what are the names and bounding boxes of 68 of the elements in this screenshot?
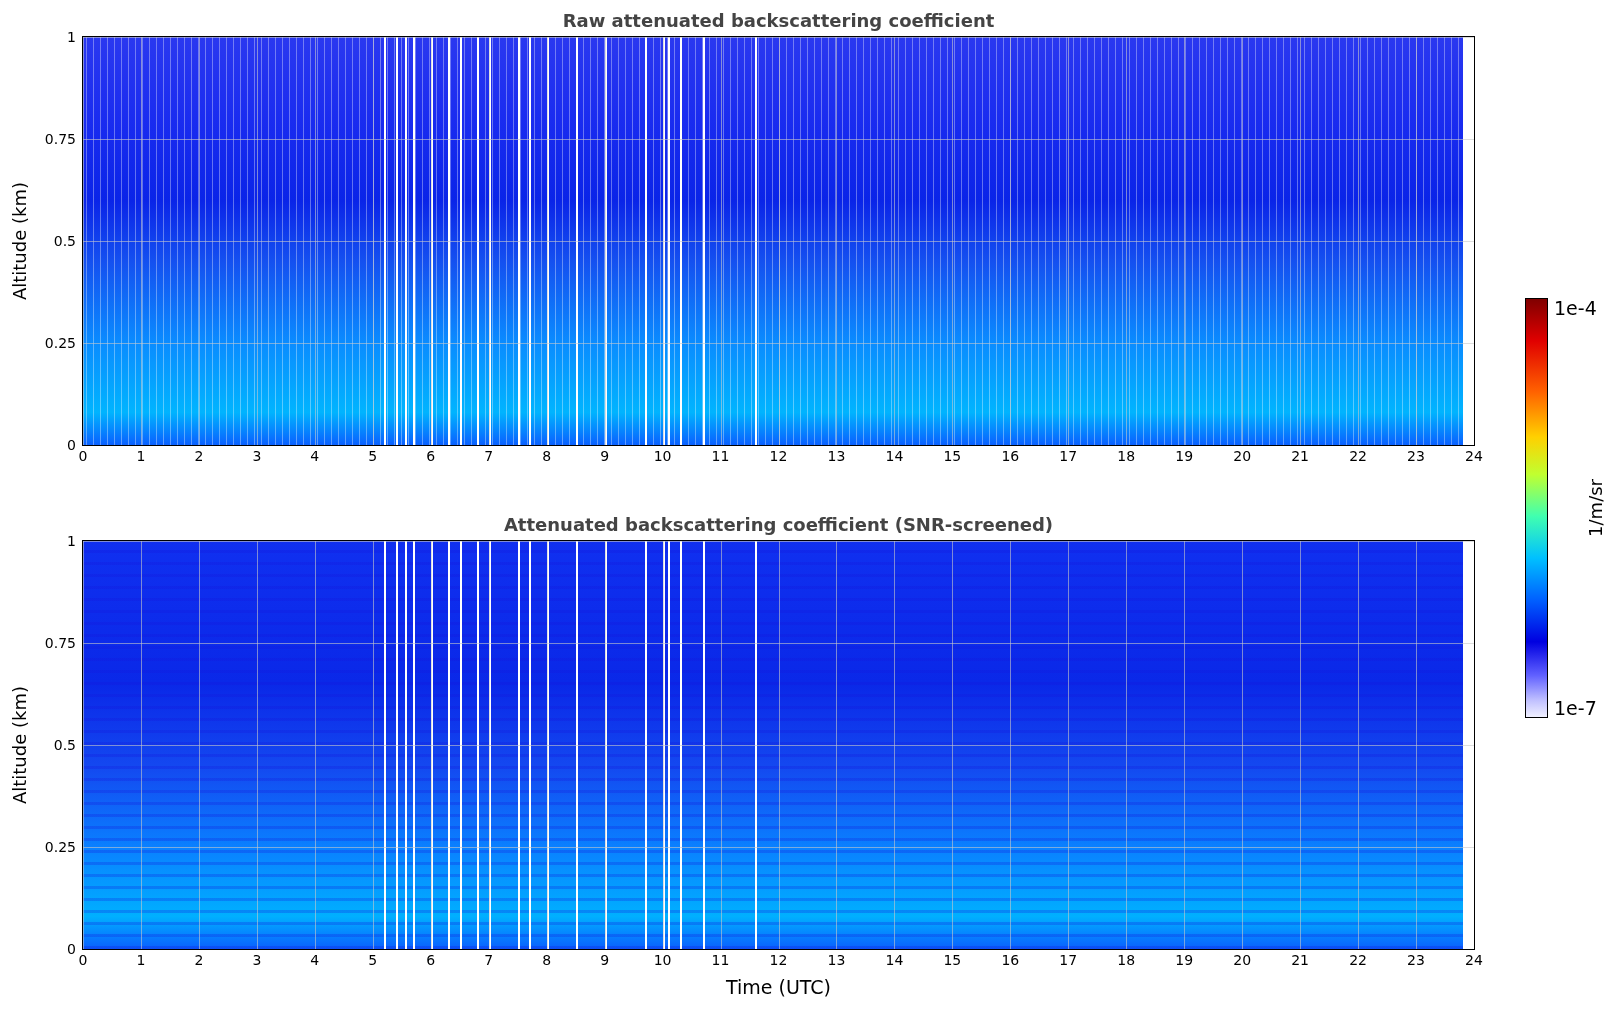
x-tick-label: 0 — [78, 448, 88, 464]
x-tick-label: 17 — [1059, 448, 1078, 464]
x-tick-label: 5 — [368, 952, 378, 968]
y-tick-label: 0 — [67, 941, 76, 957]
x-axis-label: Time (UTC) — [725, 976, 832, 998]
x-tick-label: 16 — [1001, 952, 1020, 968]
x-tick-label: 19 — [1175, 448, 1194, 464]
x-tick-label: 18 — [1117, 952, 1136, 968]
colorbar-tick-label: 1e-4 — [1554, 298, 1597, 318]
x-tick-label: 0 — [78, 952, 88, 968]
x-tick-label: 12 — [769, 448, 788, 464]
x-tick-label: 2 — [194, 952, 204, 968]
x-tick-label: 5 — [368, 448, 378, 464]
x-tick-label: 3 — [252, 952, 262, 968]
x-tick-label: 8 — [542, 448, 552, 464]
x-tick-label: 1 — [136, 952, 146, 968]
y-axis-label: Altitude (km) — [8, 181, 30, 301]
y-tick-label: 0.25 — [44, 335, 76, 351]
x-tick-label: 24 — [1465, 952, 1483, 968]
x-tick-label: 20 — [1233, 448, 1252, 464]
y-tick-label: 1 — [67, 533, 76, 549]
x-tick-label: 22 — [1349, 448, 1367, 464]
x-tick-label: 14 — [885, 448, 904, 464]
x-tick-label: 3 — [252, 448, 262, 464]
x-tick-label: 8 — [542, 952, 552, 968]
x-tick-label: 16 — [1001, 448, 1020, 464]
plot-title: Raw attenuated backscattering coefficient — [561, 10, 996, 33]
x-tick-label: 23 — [1407, 448, 1425, 464]
y-axis-label: Altitude (km) — [8, 685, 30, 805]
x-tick-label: 10 — [653, 448, 672, 464]
x-tick-label: 7 — [484, 448, 494, 464]
x-tick-label: 18 — [1117, 448, 1136, 464]
x-tick-label: 24 — [1465, 448, 1483, 464]
x-tick-label: 21 — [1291, 952, 1310, 968]
y-tick-label: 0 — [67, 437, 76, 453]
x-tick-label: 17 — [1059, 952, 1078, 968]
x-tick-label: 1 — [136, 448, 146, 464]
x-tick-label: 2 — [194, 448, 204, 464]
x-tick-label: 4 — [310, 448, 320, 464]
y-tick-label: 1 — [67, 29, 76, 45]
colorbar-tick-label: 1e-7 — [1554, 698, 1597, 718]
y-tick-label: 0.25 — [44, 839, 76, 855]
x-tick-label: 19 — [1175, 952, 1194, 968]
x-tick-label: 11 — [711, 952, 730, 968]
x-tick-label: 15 — [943, 952, 962, 968]
x-tick-label: 20 — [1233, 952, 1252, 968]
x-tick-label: 9 — [600, 448, 610, 464]
x-tick-label: 22 — [1349, 952, 1367, 968]
y-tick-label: 0.75 — [44, 635, 76, 651]
x-tick-label: 9 — [600, 952, 610, 968]
x-tick-label: 6 — [426, 952, 436, 968]
x-tick-label: 15 — [943, 448, 962, 464]
colorbar-label: 1/m/sr — [1584, 479, 1606, 537]
x-tick-label: 12 — [769, 952, 788, 968]
x-tick-label: 10 — [653, 952, 672, 968]
y-tick-label: 0.5 — [53, 737, 76, 753]
x-tick-label: 7 — [484, 952, 494, 968]
y-tick-label: 0.75 — [44, 131, 76, 147]
plot-title: Attenuated backscattering coefficient (SNR-screened) — [502, 514, 1055, 537]
y-tick-label: 0.5 — [53, 233, 76, 249]
x-tick-label: 23 — [1407, 952, 1425, 968]
x-tick-label: 4 — [310, 952, 320, 968]
x-tick-label: 6 — [426, 448, 436, 464]
x-tick-label: 13 — [827, 448, 846, 464]
x-tick-label: 13 — [827, 952, 846, 968]
x-tick-label: 11 — [711, 448, 730, 464]
x-tick-label: 21 — [1291, 448, 1310, 464]
x-tick-label: 14 — [885, 952, 904, 968]
